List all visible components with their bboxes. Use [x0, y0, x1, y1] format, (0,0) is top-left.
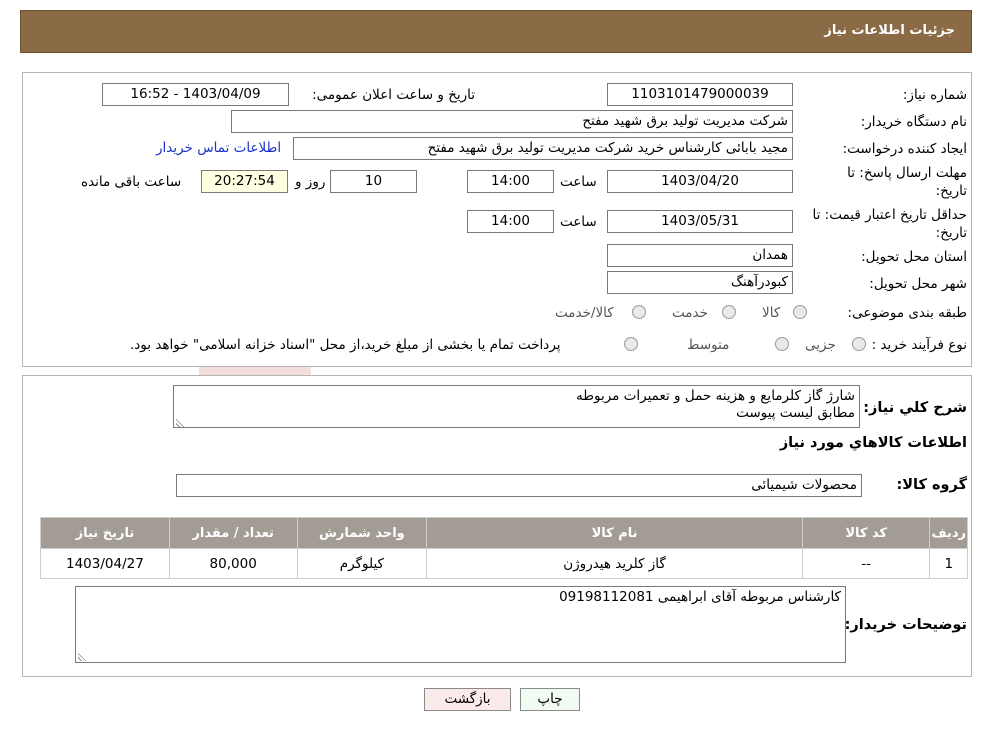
col-code: کد کالا: [801, 517, 931, 549]
table-row: 1 -- گاز کلرید هیدروژن کیلوگرم 80,000 14…: [40, 548, 968, 579]
deadline-label: مهلت ارسال پاسخ: تا: [847, 165, 967, 181]
goods-table: رديف کد کالا نام کالا واحد شمارش تعداد /…: [40, 517, 968, 579]
deadline-time-label: ساعت: [560, 174, 597, 190]
delivery-province-field: همدان: [607, 244, 793, 267]
goods-group-label: گروه کالا:: [896, 477, 967, 493]
treasury-payment-note: پرداخت تمام یا بخشی از مبلغ خرید،از محل …: [130, 337, 561, 353]
cell-name: گاز کلرید هیدروژن: [426, 548, 803, 579]
delivery-city-field: کبودرآهنگ: [607, 271, 793, 294]
delivery-city-label: شهر محل تحویل:: [869, 276, 967, 292]
cell-quantity: 80,000: [168, 548, 298, 579]
price-validity-time-field: 14:00: [467, 210, 554, 233]
back-button[interactable]: بازگشت: [424, 688, 511, 711]
deadline-label-date: تاریخ:: [935, 183, 967, 199]
category-label: طبقه بندی موضوعی:: [847, 305, 967, 321]
price-validity-label-date: تاریخ:: [935, 225, 967, 241]
process-minor-radio[interactable]: [852, 337, 866, 351]
goods-group-field: محصولات شیمیائی: [176, 474, 862, 497]
cell-code: --: [801, 548, 931, 579]
remaining-days-field: 10: [330, 170, 417, 193]
page-title: جزئیات اطلاعات نیاز: [824, 23, 955, 38]
need-number-label: شماره نیاز:: [902, 87, 967, 103]
process-medium-radio[interactable]: [775, 337, 789, 351]
announce-datetime-field: 1403/04/09 - 16:52: [102, 83, 289, 106]
process-minor-label: جزیی: [805, 337, 836, 353]
price-validity-date-field: 1403/05/31: [607, 210, 793, 233]
buyer-notes-textarea[interactable]: کارشناس مربوطه آقای ابراهیمی 09198112081: [75, 586, 846, 663]
buyer-notes-label: توضیحات خریدار:: [844, 617, 967, 633]
announce-datetime-label: تاریخ و ساعت اعلان عمومی:: [312, 87, 475, 103]
col-name: نام کالا: [426, 517, 803, 549]
goods-section-title: اطلاعات کالاهاي مورد نياز: [779, 435, 967, 451]
category-service-radio[interactable]: [722, 305, 736, 319]
request-creator-field: مجید بابائی کارشناس خرید شرکت مدیریت تول…: [293, 137, 793, 160]
remaining-time-label: ساعت باقی مانده: [81, 174, 182, 190]
purchase-process-label: نوع فرآیند خرید :: [871, 337, 967, 353]
need-number-field: 1103101479000039: [607, 83, 793, 106]
remaining-time-field: 20:27:54: [201, 170, 288, 193]
need-summary-textarea[interactable]: شارژ گاز کلرمایع و هزینه حمل و تعمیرات م…: [173, 385, 860, 428]
deadline-date-field: 1403/04/20: [607, 170, 793, 193]
category-service-label: خدمت: [672, 305, 708, 321]
request-creator-label: ایجاد کننده درخواست:: [842, 141, 967, 157]
col-unit: واحد شمارش: [296, 517, 428, 549]
buyer-org-label: نام دستگاه خریدار:: [860, 114, 967, 130]
days-label: روز و: [295, 174, 326, 190]
category-goods-label: کالا: [762, 305, 781, 321]
need-summary-label: شرح کلي نياز:: [863, 400, 967, 416]
category-goods-service-label: کالا/خدمت: [555, 305, 614, 321]
buyer-org-field: شرکت مدیریت تولید برق شهید مفتح: [231, 110, 793, 133]
cell-need-date: 1403/04/27: [40, 548, 170, 579]
category-goods-service-radio[interactable]: [632, 305, 646, 319]
deadline-time-field: 14:00: [467, 170, 554, 193]
process-medium-label: متوسط: [687, 337, 730, 353]
goods-table-header: رديف کد کالا نام کالا واحد شمارش تعداد /…: [40, 517, 968, 549]
delivery-province-label: استان محل تحویل:: [861, 249, 967, 265]
category-goods-radio[interactable]: [793, 305, 807, 319]
col-need-date: تاريخ نياز: [40, 517, 170, 549]
treasury-payment-checkbox[interactable]: [624, 337, 638, 351]
validity-time-label: ساعت: [560, 214, 597, 230]
col-quantity: تعداد / مقدار: [168, 517, 298, 549]
cell-unit: کیلوگرم: [296, 548, 428, 579]
cell-row: 1: [929, 548, 968, 579]
buyer-contact-link[interactable]: اطلاعات تماس خریدار: [156, 140, 281, 156]
col-row: رديف: [929, 517, 968, 549]
price-validity-label: حداقل تاریخ اعتبار قیمت: تا: [812, 207, 967, 223]
print-button[interactable]: چاپ: [520, 688, 580, 711]
page-header: جزئیات اطلاعات نیاز: [20, 10, 972, 53]
